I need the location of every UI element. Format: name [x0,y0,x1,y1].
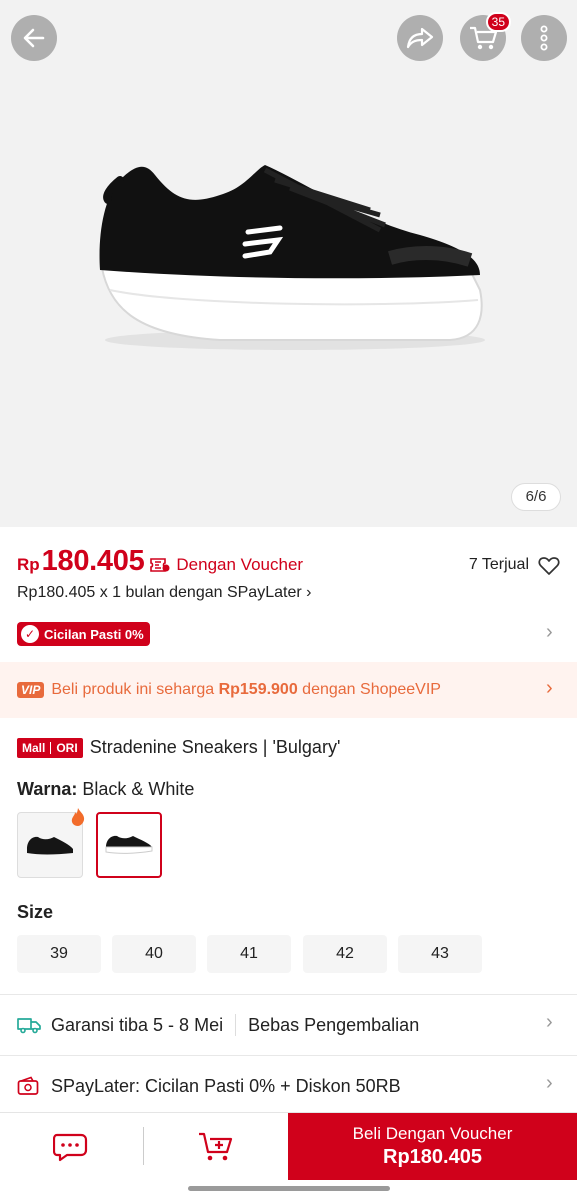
size-option-39[interactable]: 39 [17,935,101,973]
cicilan-badge[interactable]: ✓ Cicilan Pasti 0% [17,622,150,646]
free-returns-text: Bebas Pengembalian [248,1014,420,1035]
spaylater-promo-text: SPayLater: Cicilan Pasti 0% + Diskon 50R… [51,1075,401,1096]
spaylater-promo-row[interactable]: SPayLater: Cicilan Pasti 0% + Diskon 50R… [0,1057,577,1115]
buy-button-label: Beli Dengan Voucher [352,1124,513,1143]
bottom-action-bar: Beli Dengan Voucher Rp180.405 [0,1112,577,1180]
check-icon: ✓ [21,625,39,643]
wallet-icon [17,1076,41,1096]
cart-button[interactable]: 35 [460,12,511,61]
price-currency: Rp [17,555,40,574]
back-arrow-icon [23,28,45,48]
add-to-cart-icon [199,1132,233,1160]
spaylater-text: Rp180.405 x 1 bulan dengan SPayLater [17,584,302,601]
cart-count-badge: 35 [485,12,511,32]
mall-ori-badge: Mall ORI [17,737,83,758]
size-label: Size [17,902,54,922]
size-option-43[interactable]: 43 [398,935,482,973]
chat-icon [53,1133,88,1161]
back-button[interactable] [11,15,57,61]
image-counter: 6/6 [511,483,561,511]
more-vertical-icon [540,25,548,51]
share-button[interactable] [397,15,443,61]
size-option-41[interactable]: 41 [207,935,291,973]
size-option-40[interactable]: 40 [112,935,196,973]
shoe-thumbnail [27,836,73,855]
chevron-right-icon[interactable]: › [546,621,553,644]
wishlist-button[interactable] [538,556,560,581]
spaylater-installment-link[interactable]: Rp180.405 x 1 bulan dengan SPayLater › [17,584,311,602]
share-icon [406,27,434,49]
voucher-label: Dengan Voucher [176,555,304,574]
divider [0,1055,577,1056]
chevron-right-icon: › [546,1072,553,1094]
price-amount: 180.405 [41,545,145,577]
variant-label: Warna: Black & White [17,779,195,799]
buy-button-price: Rp180.405 [383,1146,482,1168]
price-section: Rp 180.405 Dengan Voucher 7 Terjual Rp18… [0,527,577,662]
vip-tag: VIP [17,682,45,698]
vip-text: Beli produk ini seharga Rp159.900 dengan… [51,681,441,698]
product-image-gallery[interactable]: 35 6/6 [0,0,577,527]
cicilan-badge-label: Cicilan Pasti 0% [44,626,144,642]
add-to-cart-button[interactable] [144,1113,288,1180]
heart-icon [538,557,560,575]
product-title: Stradenine Sneakers | 'Bulgary' [89,737,341,757]
size-option-42[interactable]: 42 [303,935,387,973]
chat-button[interactable] [0,1113,144,1180]
chevron-right-icon: › [306,584,312,601]
shipping-guarantee-row[interactable]: Garansi tiba 5 - 8 Mei Bebas Pengembalia… [0,996,577,1054]
shoe-thumbnail [105,835,153,854]
more-options-button[interactable] [521,15,567,61]
product-image-shoe [80,140,500,360]
buy-with-voucher-button[interactable]: Beli Dengan Voucher Rp180.405 [288,1113,577,1180]
separator [235,1014,237,1036]
voucher-icon [150,557,170,578]
truck-icon [17,1016,41,1034]
flame-icon [70,807,86,832]
variant-swatch-black[interactable] [17,808,85,878]
divider [0,994,577,995]
product-title-row: Mall ORI Stradenine Sneakers | 'Bulgary' [17,737,340,758]
shipping-guarantee-text: Garansi tiba 5 - 8 Mei [51,1014,224,1035]
price-row[interactable]: Rp 180.405 Dengan Voucher [17,545,303,578]
sold-count: 7 Terjual [468,556,529,573]
chevron-right-icon: › [546,677,553,699]
chevron-right-icon: › [546,1011,553,1033]
shopee-vip-banner[interactable]: VIP Beli produk ini seharga Rp159.900 de… [0,662,577,718]
variant-swatch-black-white[interactable] [96,812,162,878]
home-indicator[interactable] [188,1186,390,1191]
